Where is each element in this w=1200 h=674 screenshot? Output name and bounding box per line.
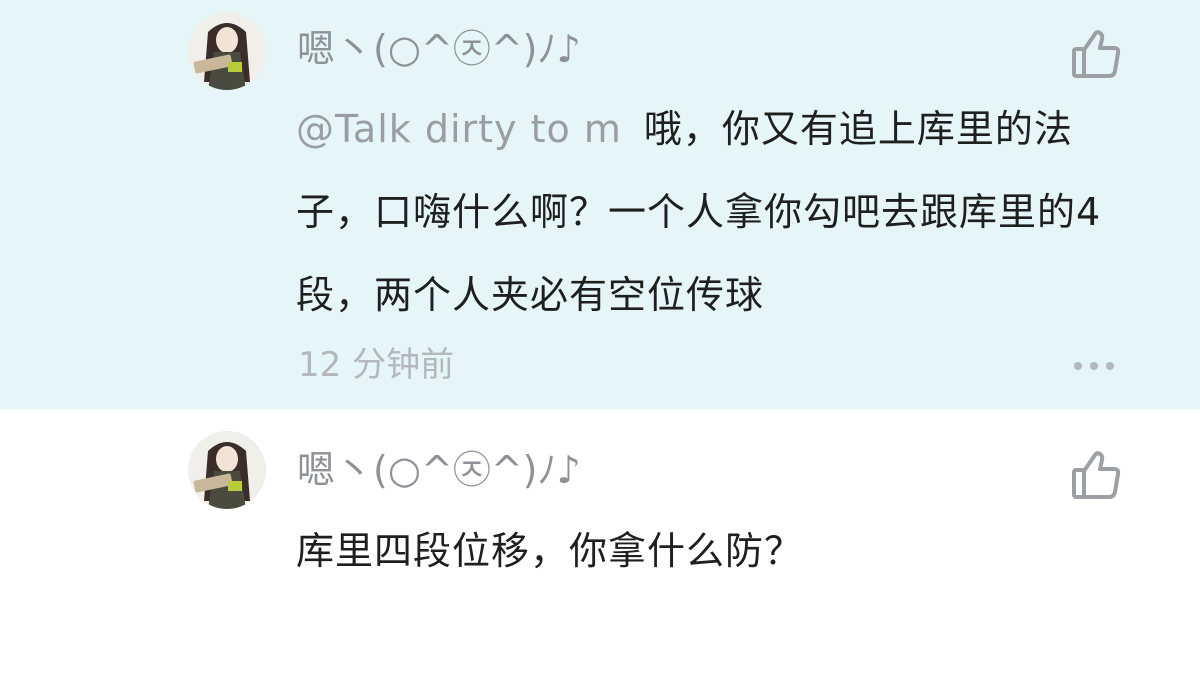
comment-text: @Talk dirty to m 哦，你又有追上库里的法子，口嗨什么啊？一个人拿你… (296, 88, 1146, 337)
avatar[interactable] (188, 431, 266, 509)
username[interactable]: 嗯丶(○^㉨^)ﾉ♪ (297, 24, 581, 74)
username[interactable]: 嗯丶(○^㉨^)ﾉ♪ (297, 445, 581, 495)
comment-item-highlighted[interactable]: 嗯丶(○^㉨^)ﾉ♪ @Talk dirty to m 哦，你又有追上库里的法子，… (0, 0, 1200, 409)
more-icon[interactable] (1072, 356, 1116, 376)
comment-item[interactable]: 嗯丶(○^㉨^)ﾉ♪ 库里四段位移，你拿什么防？ (0, 409, 1200, 674)
timestamp: 12 分钟前 (298, 345, 455, 385)
mention-link[interactable]: @Talk dirty to m (296, 107, 622, 151)
thumbs-up-icon[interactable] (1068, 447, 1124, 503)
comment-text: 库里四段位移，你拿什么防？ (296, 529, 804, 573)
thumbs-up-icon[interactable] (1068, 26, 1124, 82)
avatar[interactable] (188, 12, 266, 90)
